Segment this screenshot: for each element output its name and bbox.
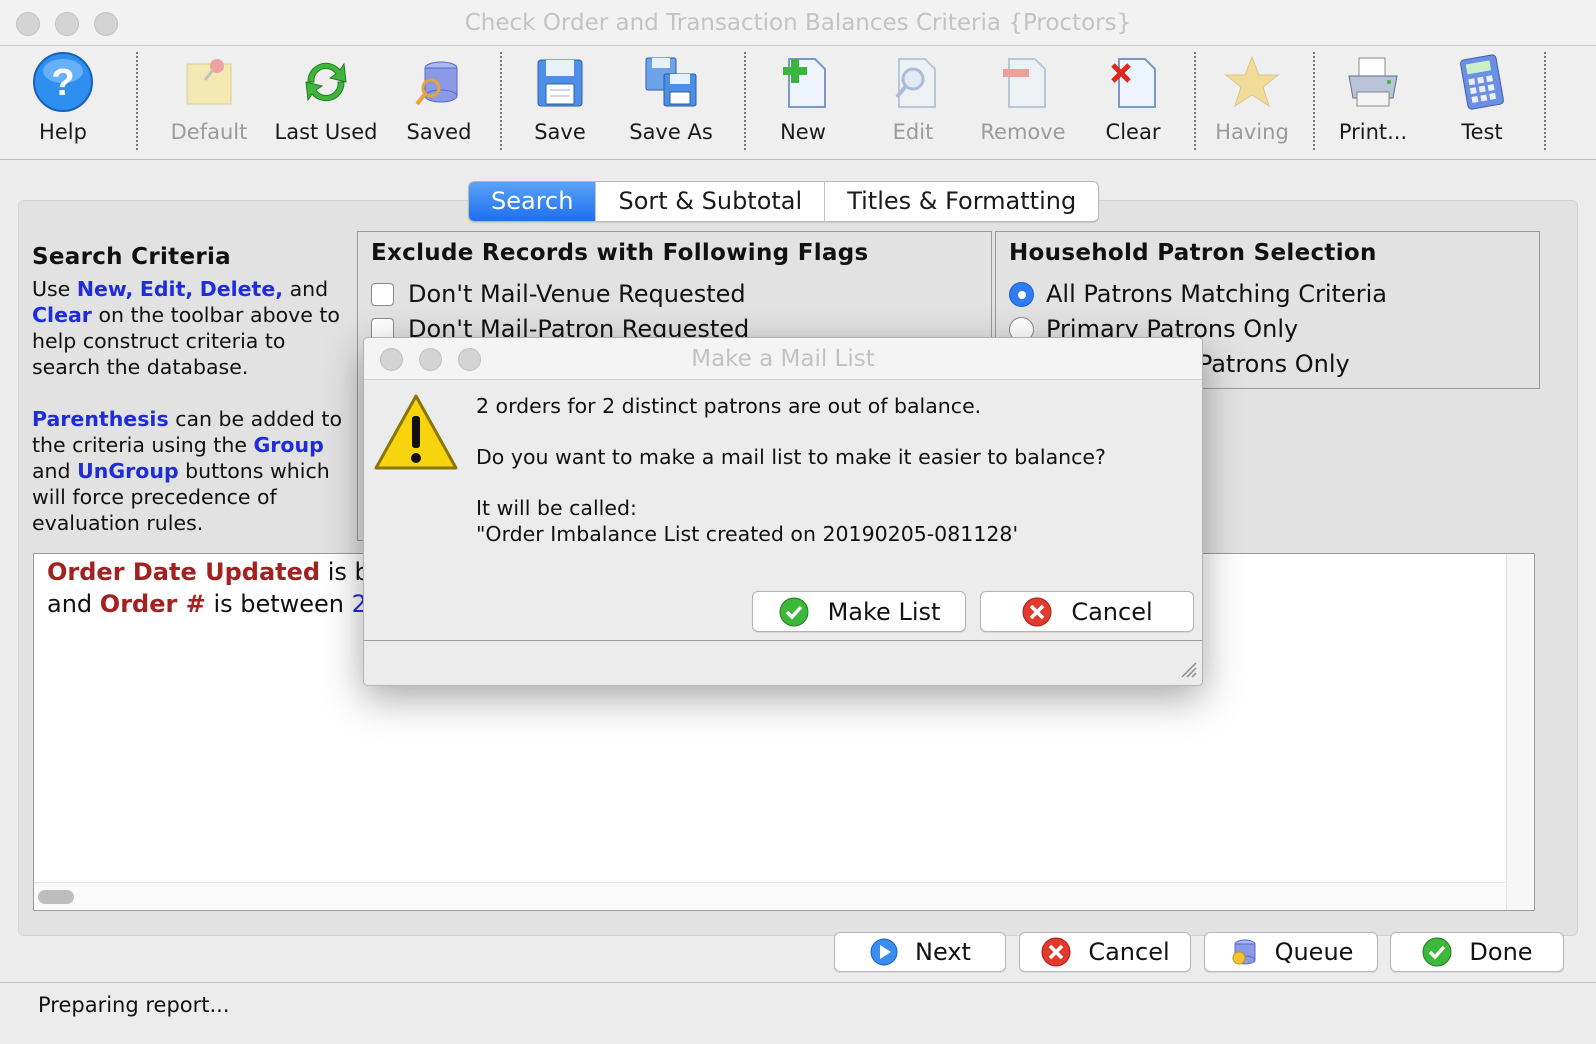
checkmark-icon bbox=[778, 596, 810, 628]
tab-search[interactable]: Search bbox=[469, 182, 596, 221]
floppy-disk-icon bbox=[528, 50, 592, 114]
warning-icon bbox=[372, 392, 460, 476]
resize-grip-icon[interactable] bbox=[1178, 659, 1198, 683]
new-document-icon bbox=[771, 50, 835, 114]
help-button[interactable]: ? Help bbox=[30, 50, 96, 150]
star-icon bbox=[1220, 50, 1284, 114]
radio-all-patrons[interactable]: All Patrons Matching Criteria bbox=[1009, 280, 1387, 308]
calculator-icon bbox=[1450, 50, 1514, 114]
tab-bar: Search Sort & Subtotal Titles & Formatti… bbox=[468, 181, 1100, 222]
save-label: Save bbox=[534, 120, 586, 144]
print-label: Print... bbox=[1338, 120, 1408, 144]
saved-label: Saved bbox=[406, 120, 472, 144]
vertical-scrollbar[interactable] bbox=[1506, 554, 1534, 910]
scrollbar-thumb[interactable] bbox=[38, 890, 74, 904]
toolbar-separator bbox=[136, 52, 138, 150]
dialog-message-line: 2 orders for 2 distinct patrons are out … bbox=[476, 394, 982, 418]
checkbox[interactable] bbox=[371, 282, 394, 306]
help-label: Help bbox=[39, 120, 87, 144]
window-title: Check Order and Transaction Balances Cri… bbox=[464, 10, 1132, 36]
save-as-icon bbox=[639, 50, 703, 114]
new-button[interactable]: New bbox=[772, 50, 834, 150]
queue-icon bbox=[1229, 936, 1259, 968]
dialog-cancel-button[interactable]: Cancel bbox=[980, 591, 1194, 632]
refresh-icon bbox=[294, 50, 358, 114]
test-label: Test bbox=[1461, 120, 1503, 144]
save-as-label: Save As bbox=[629, 120, 713, 144]
flag-dont-mail-venue[interactable]: Don't Mail-Venue Requested bbox=[371, 280, 746, 308]
having-label: Having bbox=[1215, 120, 1289, 144]
test-button[interactable]: Test bbox=[1454, 50, 1510, 150]
default-label: Default bbox=[170, 120, 248, 144]
printer-icon bbox=[1341, 50, 1405, 114]
edit-label: Edit bbox=[892, 120, 934, 144]
make-list-button[interactable]: Make List bbox=[752, 591, 966, 632]
household-heading: Household Patron Selection bbox=[1009, 240, 1377, 266]
cancel-icon bbox=[1021, 596, 1053, 628]
clear-button[interactable]: Clear bbox=[1102, 50, 1164, 150]
queue-button[interactable]: Queue bbox=[1204, 932, 1378, 972]
next-button[interactable]: Next bbox=[834, 932, 1006, 972]
window-title-bar: Check Order and Transaction Balances Cri… bbox=[0, 0, 1596, 46]
exclude-flags-heading: Exclude Records with Following Flags bbox=[371, 240, 869, 266]
toolbar-separator bbox=[744, 52, 746, 150]
svg-text:?: ? bbox=[51, 62, 74, 104]
done-button[interactable]: Done bbox=[1390, 932, 1564, 972]
help-icon: ? bbox=[31, 50, 95, 114]
last-used-button[interactable]: Last Used bbox=[274, 50, 378, 150]
toolbar-separator bbox=[1544, 52, 1546, 150]
save-as-button[interactable]: Save As bbox=[628, 50, 714, 150]
edit-button[interactable]: Edit bbox=[882, 50, 944, 150]
play-icon bbox=[869, 937, 899, 967]
having-button[interactable]: Having bbox=[1214, 50, 1290, 150]
dialog-title-bar: Make a Mail List bbox=[364, 338, 1202, 380]
last-used-label: Last Used bbox=[274, 120, 378, 144]
remove-button[interactable]: Remove bbox=[980, 50, 1066, 150]
dialog-title: Make a Mail List bbox=[691, 346, 875, 372]
print-button[interactable]: Print... bbox=[1336, 50, 1410, 150]
help-paragraph-toolbar: Use New, Edit, Delete, and Clear on the … bbox=[32, 277, 340, 379]
remove-label: Remove bbox=[980, 120, 1066, 144]
sticky-note-icon bbox=[177, 50, 241, 114]
remove-document-icon bbox=[991, 50, 1055, 114]
cancel-icon bbox=[1040, 936, 1072, 968]
dialog-footer bbox=[364, 640, 1202, 685]
tab-titles-formatting[interactable]: Titles & Formatting bbox=[824, 182, 1098, 221]
radio-button[interactable] bbox=[1009, 281, 1034, 307]
clear-label: Clear bbox=[1105, 120, 1161, 144]
new-label: New bbox=[780, 120, 826, 144]
saved-button[interactable]: Saved bbox=[404, 50, 474, 150]
toolbar-separator bbox=[1313, 52, 1315, 150]
default-button[interactable]: Default bbox=[168, 50, 250, 150]
dialog-message-line: Do you want to make a mail list to make … bbox=[476, 445, 1106, 469]
toolbar-separator bbox=[1194, 52, 1196, 150]
search-criteria-heading: Search Criteria bbox=[32, 244, 231, 270]
criteria-line: Order Date Updated is b bbox=[47, 558, 370, 586]
status-text: Preparing report... bbox=[38, 993, 230, 1017]
make-mail-list-dialog: Make a Mail List 2 orders for 2 distinct… bbox=[363, 337, 1203, 686]
help-paragraph-grouping: Parenthesis can be added to the criteria… bbox=[32, 407, 342, 535]
magnifier-document-icon bbox=[881, 50, 945, 114]
status-bar: Preparing report... bbox=[0, 982, 1596, 1044]
toolbar: ? Help Default Last Used Saved Save Save… bbox=[0, 46, 1596, 160]
dialog-message-line: It will be called: bbox=[476, 496, 637, 520]
clear-document-icon bbox=[1101, 50, 1165, 114]
search-criteria-help: Search Criteria Use New, Edit, Delete, a… bbox=[32, 244, 357, 562]
checkmark-icon bbox=[1421, 936, 1453, 968]
database-icon bbox=[407, 50, 471, 114]
save-button[interactable]: Save bbox=[528, 50, 592, 150]
criteria-line: and Order # is between 2 bbox=[47, 590, 367, 618]
horizontal-scrollbar[interactable] bbox=[34, 882, 1506, 910]
cancel-button[interactable]: Cancel bbox=[1019, 932, 1191, 972]
toolbar-separator bbox=[500, 52, 502, 150]
tab-sort-subtotal[interactable]: Sort & Subtotal bbox=[595, 182, 824, 221]
dialog-list-name: "Order Imbalance List created on 2019020… bbox=[476, 522, 1019, 546]
